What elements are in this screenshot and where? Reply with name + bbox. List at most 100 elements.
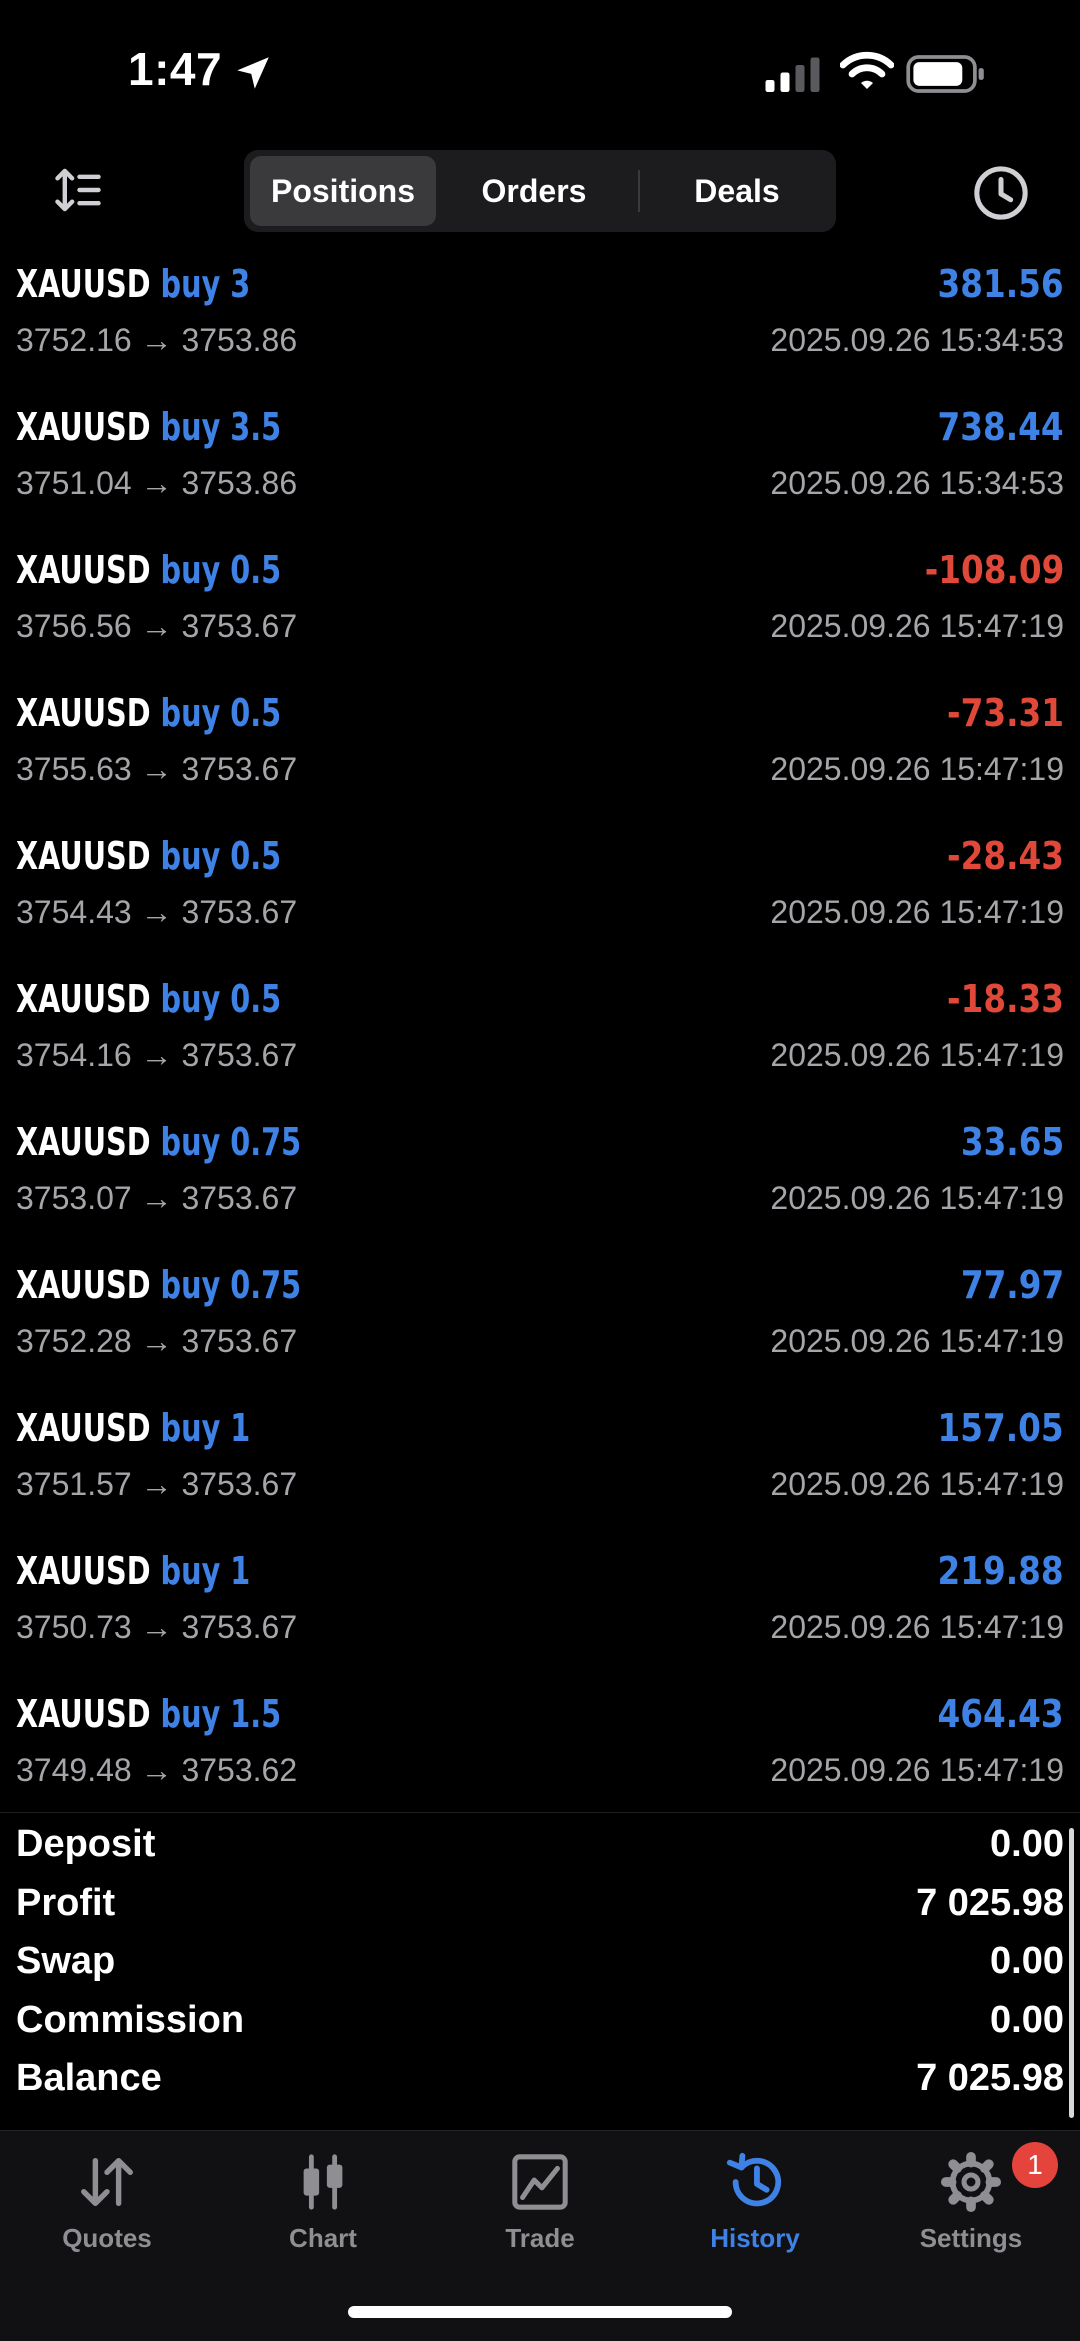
summary-label: Balance: [16, 2057, 162, 2100]
deal-row[interactable]: XAUUSD buy 0.5 -18.33 3754.16 → 3753.67 …: [0, 955, 1080, 1098]
header: Positions Orders Deals: [0, 150, 1080, 234]
deal-row[interactable]: XAUUSD buy 1.5 464.43 3749.48 → 3753.62 …: [0, 1670, 1080, 1813]
symbol-name: XAUUSD: [16, 691, 151, 735]
deal-time: 2025.09.26 15:47:19: [770, 1609, 1064, 1645]
quotes-arrows-icon: [81, 2157, 133, 2207]
tab-deals[interactable]: Deals: [644, 156, 830, 226]
deal-profit: -28.43: [947, 834, 1064, 878]
deal-symbol: XAUUSD buy 0.75: [16, 1263, 301, 1307]
deal-row[interactable]: XAUUSD buy 0.5 -73.31 3755.63 → 3753.67 …: [0, 669, 1080, 812]
deal-profit: -73.31: [947, 691, 1064, 735]
tab-label: History: [710, 2223, 800, 2253]
deal-prices: 3755.63 → 3753.67: [16, 751, 298, 787]
symbol-name: XAUUSD: [16, 1120, 151, 1164]
summary-label: Commission: [16, 1998, 245, 2041]
deal-profit: 219.88: [937, 1549, 1064, 1593]
deal-row[interactable]: XAUUSD buy 0.5 -108.09 3756.56 → 3753.67…: [0, 526, 1080, 669]
deal-side: buy 0.5: [160, 691, 282, 735]
deal-profit: 738.44: [937, 405, 1064, 449]
summary-row-profit: Profit 7 025.98: [0, 1872, 1080, 1931]
status-bar: 1:47: [0, 0, 1080, 140]
deal-time: 2025.09.26 15:47:19: [770, 894, 1064, 930]
summary-row-balance: Balance 7 025.98: [0, 2047, 1080, 2106]
tab-quotes[interactable]: Quotes: [7, 2151, 207, 2271]
deal-side: buy 3: [160, 262, 251, 306]
deal-symbol: XAUUSD buy 0.75: [16, 1120, 301, 1164]
deal-time: 2025.09.26 15:34:53: [770, 465, 1064, 501]
tab-chart[interactable]: Chart: [223, 2151, 423, 2271]
deal-profit: 33.65: [960, 1120, 1064, 1164]
deal-time: 2025.09.26 15:47:19: [770, 1323, 1064, 1359]
wifi-icon: [840, 51, 894, 89]
deal-row[interactable]: XAUUSD buy 0.75 33.65 3753.07 → 3753.67 …: [0, 1098, 1080, 1241]
deal-side: buy 3.5: [160, 405, 282, 449]
deal-row[interactable]: XAUUSD buy 3 381.56 3752.16 → 3753.86 20…: [0, 240, 1080, 383]
deal-symbol: XAUUSD buy 0.5: [16, 977, 281, 1021]
symbol-name: XAUUSD: [16, 1692, 151, 1736]
deal-symbol: XAUUSD buy 1.5: [16, 1692, 281, 1736]
deal-time: 2025.09.26 15:47:19: [770, 1037, 1064, 1073]
symbol-name: XAUUSD: [16, 405, 151, 449]
deal-time: 2025.09.26 15:47:19: [770, 751, 1064, 787]
tab-label: Chart: [289, 2223, 357, 2253]
trade-chart-icon: [512, 2154, 568, 2210]
deal-side: buy 0.5: [160, 977, 282, 1021]
deal-side: buy 1: [160, 1406, 251, 1450]
deal-symbol: XAUUSD buy 3.5: [16, 405, 281, 449]
deal-prices: 3756.56 → 3753.67: [16, 608, 298, 644]
deal-time: 2025.09.26 15:47:19: [770, 1466, 1064, 1502]
summary-label: Profit: [16, 1881, 116, 1924]
summary-label: Swap: [16, 1940, 116, 1983]
deal-prices: 3749.48 → 3753.62: [16, 1752, 298, 1788]
scroll-indicator[interactable]: [1069, 1828, 1074, 2118]
location-arrow-icon: [237, 57, 269, 89]
tab-trade[interactable]: Trade: [440, 2151, 640, 2271]
deal-row[interactable]: XAUUSD buy 3.5 738.44 3751.04 → 3753.86 …: [0, 383, 1080, 526]
deal-prices: 3754.43 → 3753.67: [16, 894, 298, 930]
symbol-name: XAUUSD: [16, 548, 151, 592]
home-indicator[interactable]: [348, 2306, 732, 2318]
summary-label: Deposit: [16, 1823, 156, 1865]
deal-profit: -108.09: [924, 548, 1064, 592]
deal-side: buy 0.75: [160, 1263, 302, 1307]
deal-prices: 3752.28 → 3753.67: [16, 1323, 298, 1359]
symbol-name: XAUUSD: [16, 977, 151, 1021]
deal-row[interactable]: XAUUSD buy 0.75 77.97 3752.28 → 3753.67 …: [0, 1241, 1080, 1384]
deal-symbol: XAUUSD buy 0.5: [16, 548, 281, 592]
deal-profit: 464.43: [937, 1692, 1064, 1736]
cellular-signal-icon: [765, 57, 820, 92]
summary-value: 7 025.98: [916, 1881, 1064, 1924]
deals-list: XAUUSD buy 3 381.56 3752.16 → 3753.86 20…: [0, 240, 1080, 1813]
deal-prices: 3752.16 → 3753.86: [16, 322, 298, 358]
tab-history[interactable]: History: [655, 2151, 855, 2271]
symbol-name: XAUUSD: [16, 834, 151, 878]
deal-row[interactable]: XAUUSD buy 1 157.05 3751.57 → 3753.67 20…: [0, 1384, 1080, 1527]
deal-row[interactable]: XAUUSD buy 0.5 -28.43 3754.43 → 3753.67 …: [0, 812, 1080, 955]
deal-time: 2025.09.26 15:47:19: [770, 1180, 1064, 1216]
segment-divider: [638, 170, 640, 212]
deal-side: buy 0.5: [160, 548, 282, 592]
symbol-name: XAUUSD: [16, 262, 151, 306]
summary-value: 0.00: [990, 1940, 1064, 1983]
sort-icon[interactable]: [54, 168, 102, 212]
deal-profit: 157.05: [937, 1406, 1064, 1450]
summary-row-swap: Swap 0.00: [0, 1930, 1080, 1989]
deal-time: 2025.09.26 15:34:53: [770, 322, 1064, 358]
deal-symbol: XAUUSD buy 3: [16, 262, 250, 306]
symbol-name: XAUUSD: [16, 1549, 151, 1593]
deal-side: buy 0.75: [160, 1120, 302, 1164]
summary-row-deposit: Deposit 0.00: [0, 1813, 1080, 1872]
clock-icon[interactable]: [972, 164, 1030, 222]
deal-prices: 3753.07 → 3753.67: [16, 1180, 298, 1216]
battery-icon: [906, 55, 984, 93]
summary-row-commission: Commission 0.00: [0, 1989, 1080, 2048]
tab-positions[interactable]: Positions: [250, 156, 436, 226]
segmented-control: Positions Orders Deals: [244, 150, 836, 232]
summary-value: 0.00: [990, 1823, 1064, 1865]
history-clock-icon: [726, 2152, 782, 2207]
deal-row[interactable]: XAUUSD buy 1 219.88 3750.73 → 3753.67 20…: [0, 1527, 1080, 1670]
deal-profit: 381.56: [937, 262, 1064, 306]
settings-notification-badge: 1: [1012, 2142, 1058, 2188]
tab-orders[interactable]: Orders: [442, 156, 626, 226]
deal-profit: -18.33: [947, 977, 1064, 1021]
